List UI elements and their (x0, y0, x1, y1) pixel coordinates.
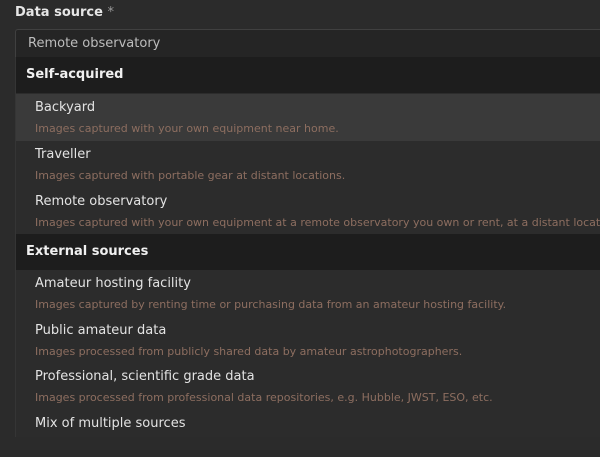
required-marker: * (107, 5, 114, 20)
option-description: Images captured with your own equipment … (35, 216, 600, 229)
option-description: Images captured with portable gear at di… (35, 169, 346, 182)
option-backyard[interactable]: Backyard Images captured with your own e… (16, 94, 600, 141)
option-description: Images captured by renting time or purch… (35, 298, 507, 311)
data-source-select[interactable]: Remote observatory (15, 29, 600, 57)
group-header-label: External sources (26, 244, 149, 259)
option-description: Images processed from publicly shared da… (35, 345, 463, 358)
option-label: Backyard (35, 100, 96, 115)
option-amateur-hosting-facility[interactable]: Amateur hosting facility Images captured… (16, 270, 600, 317)
select-current-value: Remote observatory (28, 36, 161, 51)
option-label: Traveller (35, 147, 91, 162)
option-public-amateur-data[interactable]: Public amateur data Images processed fro… (16, 317, 600, 364)
option-label: Public amateur data (35, 323, 167, 338)
option-label: Amateur hosting facility (35, 276, 191, 291)
option-description: Images processed from professional data … (35, 391, 493, 404)
group-header-self-acquired: Self-acquired (16, 57, 600, 93)
option-professional-scientific-grade-data[interactable]: Professional, scientific grade data Imag… (16, 363, 600, 410)
data-source-label-text: Data source (15, 5, 103, 20)
option-label: Remote observatory (35, 194, 168, 209)
group-header-label: Self-acquired (26, 67, 124, 82)
data-source-label: Data source * (15, 5, 114, 20)
option-description: Images captured with your own equipment … (35, 122, 339, 135)
option-label: Mix of multiple sources (35, 416, 186, 431)
option-traveller[interactable]: Traveller Images captured with portable … (16, 141, 600, 188)
option-mix-of-multiple-sources[interactable]: Mix of multiple sources (16, 410, 600, 457)
option-label: Professional, scientific grade data (35, 369, 255, 384)
group-header-external-sources: External sources (16, 234, 600, 270)
option-remote-observatory[interactable]: Remote observatory Images captured with … (16, 188, 600, 235)
data-source-dropdown: Self-acquired Backyard Images captured w… (15, 57, 600, 437)
